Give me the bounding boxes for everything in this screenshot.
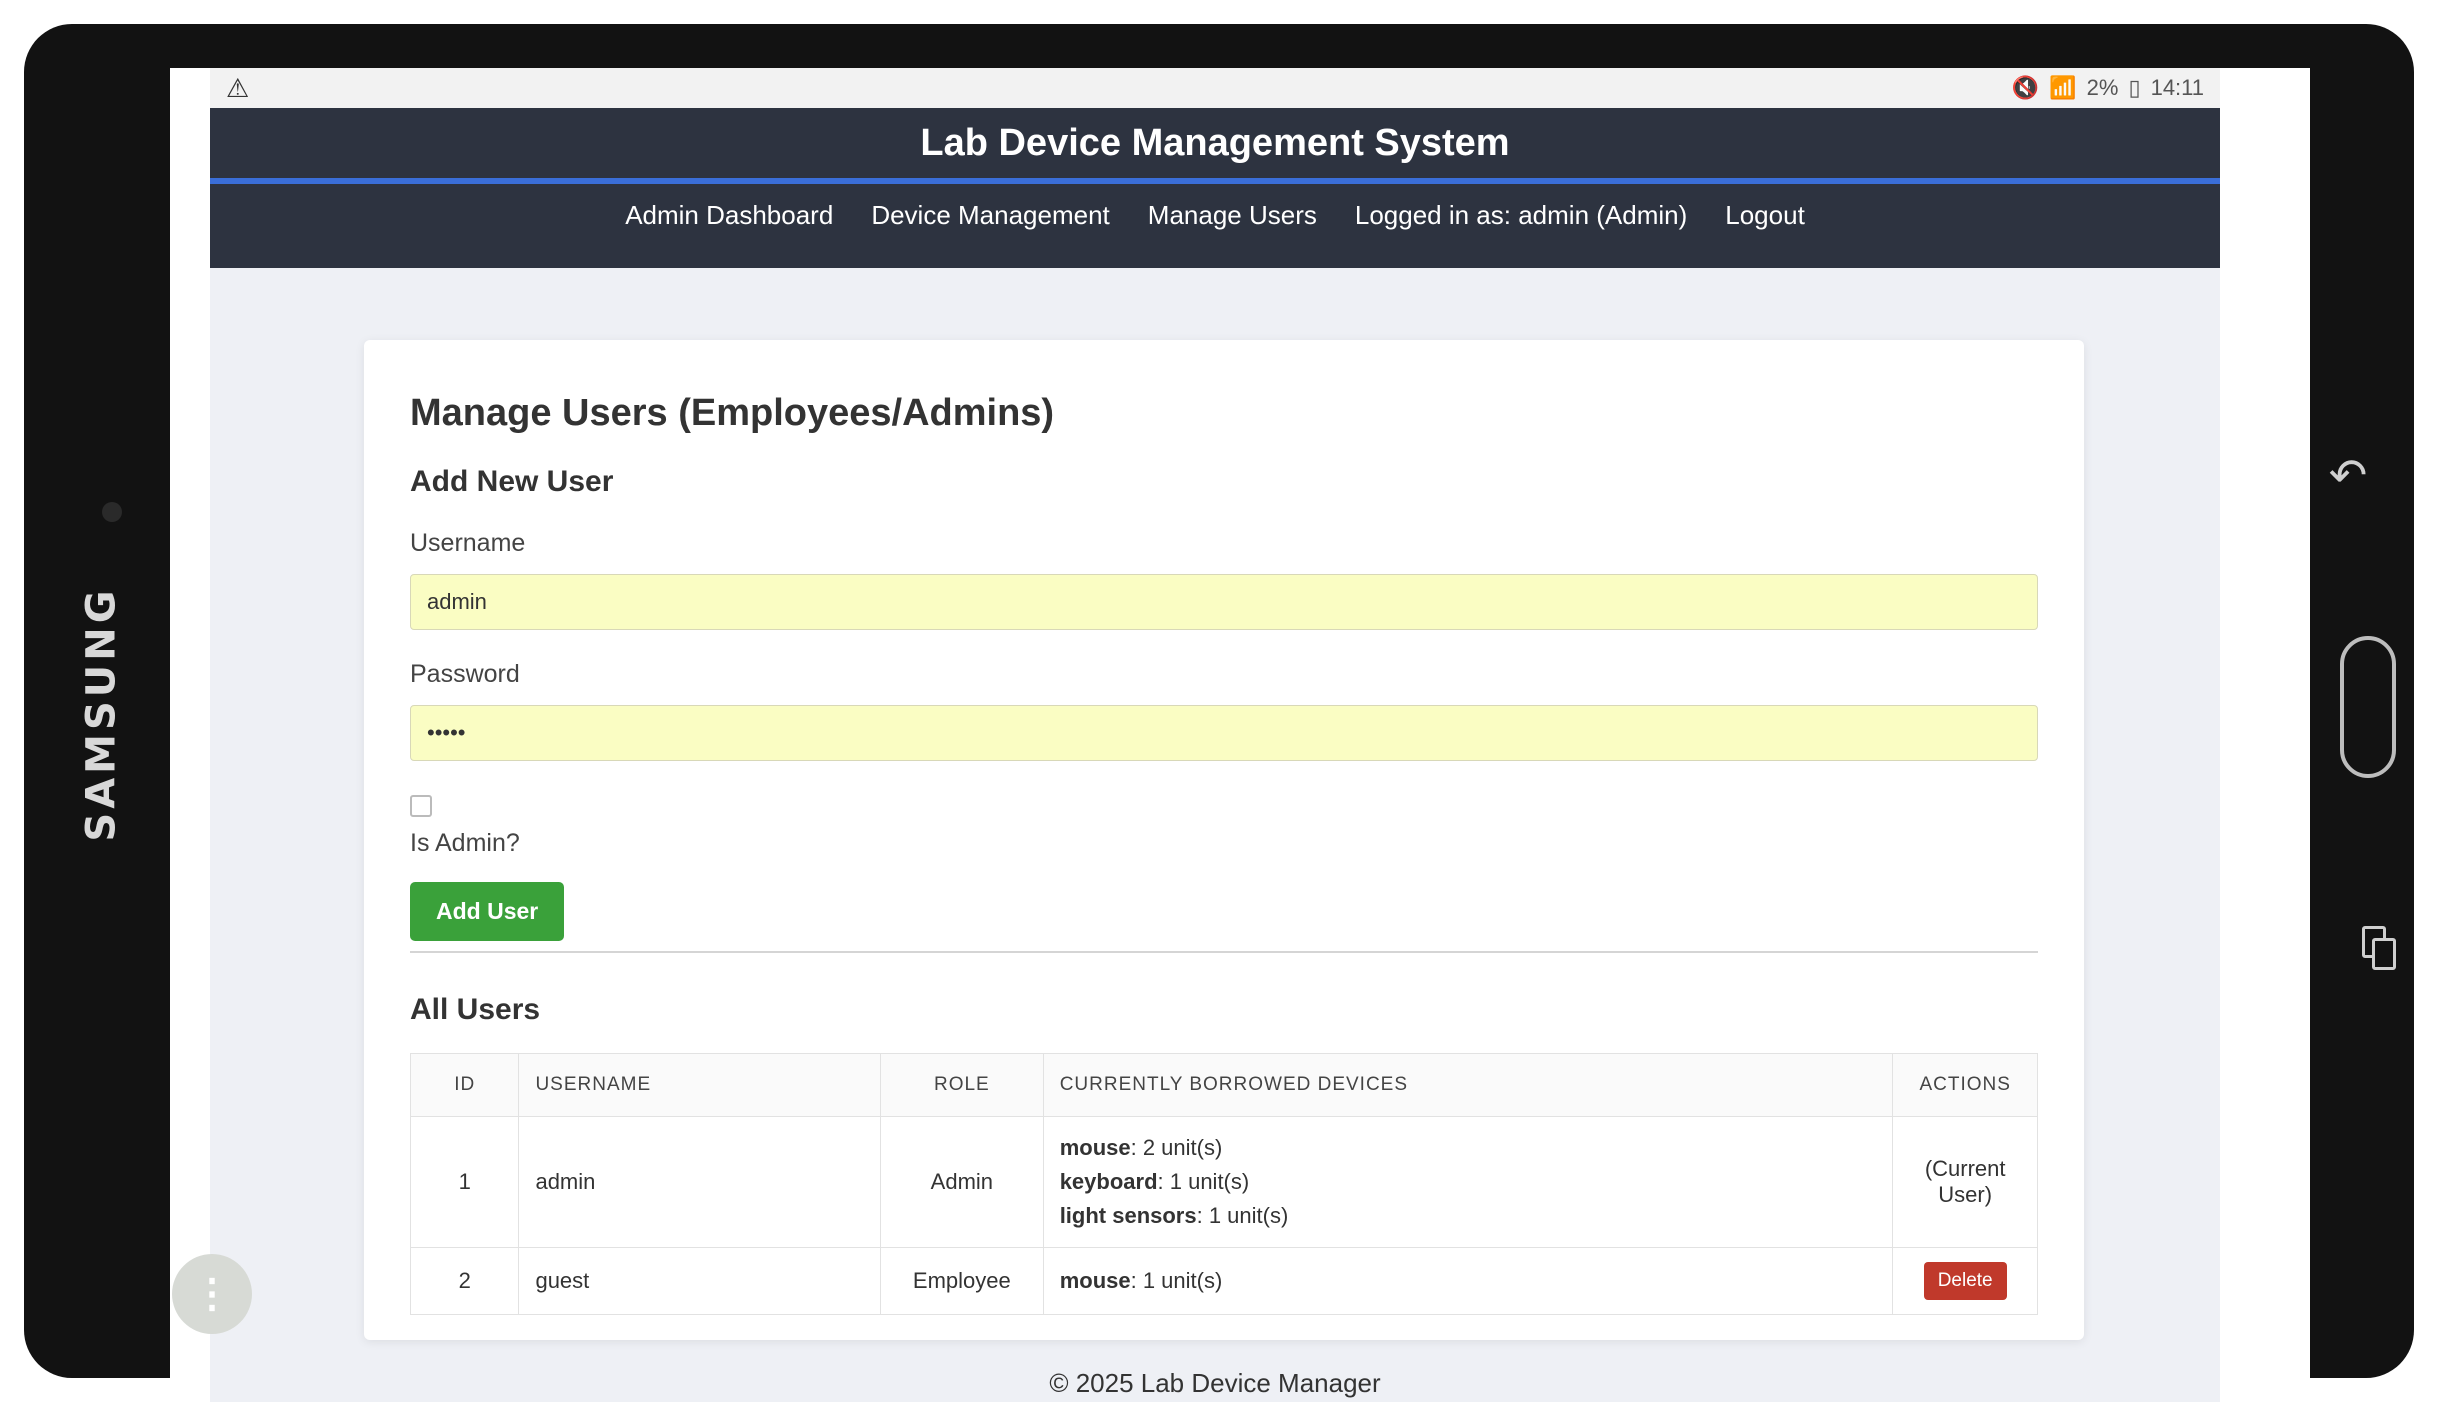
camera-icon [102, 502, 122, 522]
all-users-heading: All Users [410, 993, 541, 1026]
site-title: Lab Device Management System [920, 122, 1510, 164]
wifi-icon: 📶 [2049, 75, 2077, 100]
device-brand: SAMSUNG [79, 586, 126, 842]
mute-icon: 🔇 [2011, 75, 2040, 100]
clock: 14:11 [2150, 75, 2204, 100]
site-header: Lab Device Management System Admin Dashb… [210, 108, 2220, 268]
nav-device-management[interactable]: Device Management [871, 200, 1109, 231]
col-role: ROLE [880, 1053, 1044, 1117]
password-input[interactable] [410, 705, 2038, 761]
password-label: Password [410, 660, 520, 688]
back-icon[interactable]: ↶ [2326, 448, 2370, 502]
battery-level: 2% [2086, 75, 2119, 100]
page-content: Manage Users (Employees/Admins) Add New … [210, 268, 2220, 1402]
current-user-label: (Current User) [1892, 1116, 2038, 1248]
user-actions: Delete [1892, 1247, 2038, 1315]
col-actions: ACTIONS [1892, 1053, 2038, 1117]
more-vertical-icon[interactable]: ⋮ [172, 1254, 252, 1334]
home-button[interactable] [2340, 636, 2396, 778]
user-devices: mouse: 2 unit(s) keyboard: 1 unit(s) lig… [1042, 1116, 1894, 1248]
table-row: 1 admin Admin mouse: 2 unit(s) keyboard:… [409, 1116, 2038, 1248]
col-id: ID [409, 1053, 520, 1117]
user-role: Admin [880, 1116, 1044, 1248]
main-nav: Admin Dashboard Device Management Manage… [210, 200, 2220, 231]
add-user-heading: Add New User [410, 465, 614, 498]
header-accent-line [210, 178, 2220, 184]
nav-admin-dashboard[interactable]: Admin Dashboard [625, 200, 833, 231]
warning-icon: ⚠ [226, 72, 250, 103]
table-row: 2 guest Employee mouse: 1 unit(s) Delete [409, 1247, 2038, 1315]
nav-manage-users[interactable]: Manage Users [1148, 200, 1317, 231]
device-item: mouse: 1 unit(s) [1059, 1268, 1223, 1293]
table-header-row: ID USERNAME ROLE CURRENTLY BORROWED DEVI… [409, 1053, 2038, 1117]
tablet-frame: SAMSUNG ↶ ⚠ 🔇 📶 2% ▯ 14:11 Lab Device Ma… [24, 24, 2414, 1402]
recent-apps-icon[interactable] [2362, 926, 2398, 972]
user-role: Employee [880, 1247, 1044, 1315]
device-item: light sensors: 1 unit(s) [1059, 1203, 1289, 1228]
manage-users-card: Manage Users (Employees/Admins) Add New … [364, 340, 2084, 1340]
footer: © 2025 Lab Device Manager [1049, 1368, 1381, 1398]
user-devices: mouse: 1 unit(s) [1042, 1247, 1894, 1315]
col-devices: CURRENTLY BORROWED DEVICES [1042, 1053, 1894, 1117]
delete-user-button[interactable]: Delete [1923, 1262, 2007, 1300]
users-table: ID USERNAME ROLE CURRENTLY BORROWED DEVI… [409, 1053, 2038, 1315]
add-user-button[interactable]: Add User [410, 882, 565, 941]
col-username: USERNAME [518, 1053, 881, 1117]
user-username: admin [518, 1116, 881, 1248]
device-item: mouse: 2 unit(s) [1059, 1135, 1223, 1160]
logged-in-status: Logged in as: admin (Admin) [1354, 200, 1688, 230]
screen: ⚠ 🔇 📶 2% ▯ 14:11 Lab Device Management S… [170, 68, 2310, 1402]
nav-logout[interactable]: Logout [1725, 200, 1805, 231]
username-input[interactable] [410, 574, 2038, 630]
user-username: guest [518, 1247, 881, 1315]
is-admin-checkbox[interactable] [410, 795, 432, 817]
status-bar: ⚠ 🔇 📶 2% ▯ 14:11 [210, 68, 2220, 108]
user-id: 1 [409, 1116, 520, 1248]
user-id: 2 [409, 1247, 520, 1315]
section-divider [410, 951, 2038, 953]
username-label: Username [410, 529, 526, 557]
page-title: Manage Users (Employees/Admins) [410, 392, 1055, 434]
is-admin-label: Is Admin? [410, 829, 520, 857]
status-icons: 🔇 📶 2% ▯ 14:11 [2012, 75, 2204, 101]
battery-icon: ▯ [2128, 75, 2141, 100]
device-item: keyboard: 1 unit(s) [1059, 1169, 1250, 1194]
